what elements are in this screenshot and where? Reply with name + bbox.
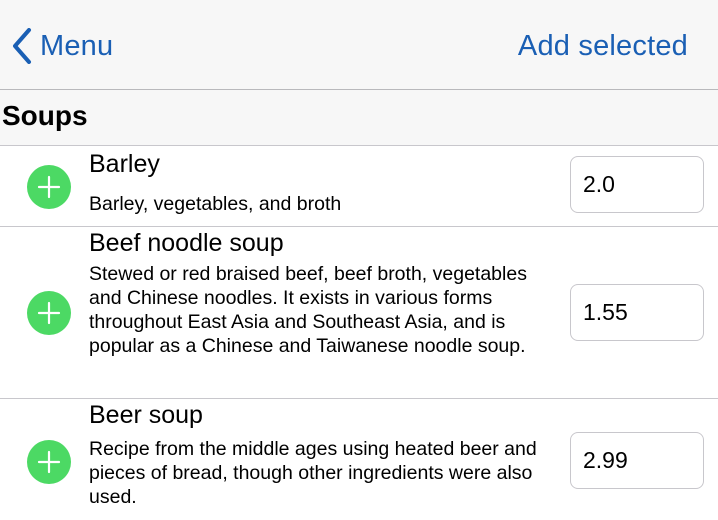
quantity-field[interactable] [570, 432, 704, 489]
add-item-button[interactable] [27, 165, 71, 209]
quantity-field[interactable] [570, 156, 704, 213]
add-item-button[interactable] [27, 291, 71, 335]
navigation-bar: Menu Add selected [0, 0, 718, 90]
item-title: Beer soup [89, 401, 203, 429]
list-item: Beer soup Recipe from the middle ages us… [0, 399, 718, 520]
item-title: Beef noodle soup [89, 229, 284, 257]
list-item: Barley Barley, vegetables, and broth [0, 146, 718, 227]
plus-icon [37, 175, 61, 199]
item-title: Barley [89, 150, 160, 178]
back-button-label: Menu [40, 29, 114, 62]
menu-item-picker-screen: Menu Add selected Soups Barley Barley, v… [0, 0, 718, 520]
add-selected-button[interactable]: Add selected [518, 26, 688, 66]
list-item: Beef noodle soup Stewed or red braised b… [0, 227, 718, 399]
add-item-button[interactable] [27, 440, 71, 484]
chevron-left-icon [13, 28, 31, 64]
item-description: Barley, vegetables, and broth [89, 193, 342, 215]
plus-icon [37, 450, 61, 474]
section-title: Soups [2, 100, 88, 131]
plus-icon [37, 301, 61, 325]
section-header: Soups [0, 90, 718, 146]
item-description: Recipe from the middle ages using heated… [89, 438, 537, 508]
item-description: Stewed or red braised beef, beef broth, … [89, 263, 527, 357]
back-button[interactable]: Menu [12, 26, 113, 66]
quantity-field[interactable] [570, 284, 704, 341]
